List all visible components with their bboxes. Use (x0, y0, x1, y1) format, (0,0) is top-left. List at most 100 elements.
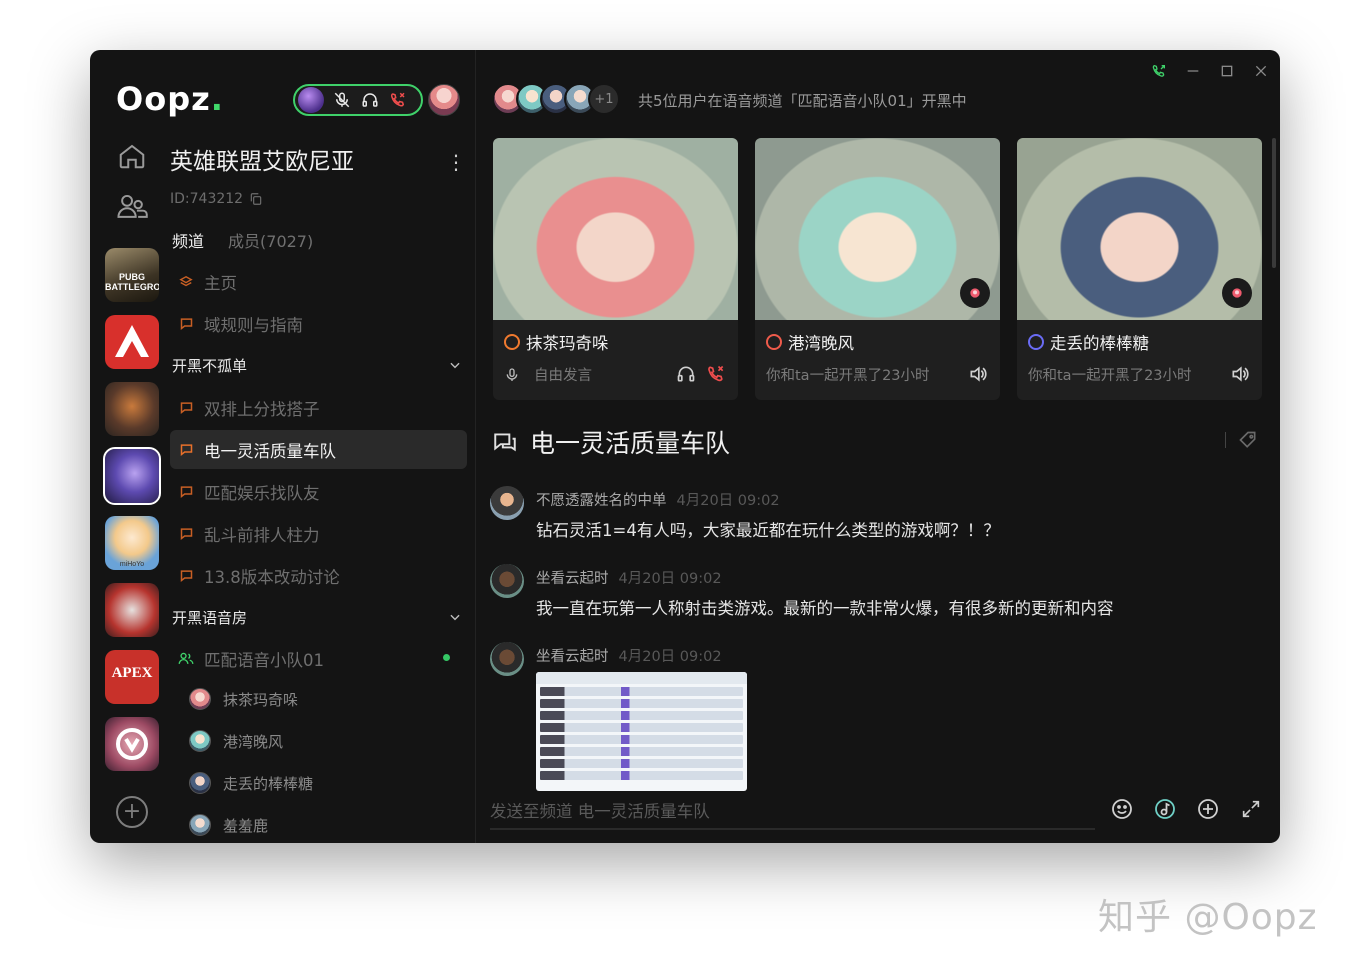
message-author[interactable]: 不愿透露姓名的中单 (536, 493, 667, 509)
channel-label: 匹配语音小队01 (204, 650, 324, 670)
server-overwatch[interactable] (105, 717, 159, 771)
attachment-row (540, 699, 743, 708)
gift-badge-icon[interactable] (960, 278, 990, 308)
server-tabs: 频道 成员(7027) (172, 228, 313, 252)
server-game-6[interactable] (105, 583, 159, 637)
minimize-icon[interactable] (1184, 62, 1202, 80)
online-indicator (443, 654, 450, 661)
channel-pipei[interactable]: 匹配娱乐找队友 (170, 472, 467, 511)
card-subline: 你和ta一起开黑了23小时 (766, 364, 930, 385)
channel-label: 乱斗前排人柱力 (204, 525, 320, 545)
hangup-icon[interactable] (706, 364, 726, 384)
tag-icon[interactable] (1238, 430, 1258, 450)
video-feed (755, 138, 1000, 320)
member-avatar (189, 688, 211, 710)
chat-bubbles-icon (494, 433, 516, 452)
tab-members[interactable]: 成员(7027) (228, 228, 313, 252)
member-avatar (189, 772, 211, 794)
server-game-3[interactable] (105, 382, 159, 436)
channel-shuangpai[interactable]: 双排上分找搭子 (170, 388, 467, 427)
card-username: 走丢的棒棒糖 (1028, 330, 1149, 354)
channel-luandou[interactable]: 乱斗前排人柱力 (170, 514, 467, 553)
music-icon[interactable] (1152, 796, 1178, 822)
voice-member[interactable]: 抹茶玛奇哚 (189, 686, 298, 712)
hangup-icon[interactable] (388, 90, 408, 110)
speaker-icon[interactable] (968, 364, 988, 384)
panel-divider (475, 50, 476, 843)
channel-version[interactable]: 13.8版本改动讨论 (170, 556, 467, 595)
voice-member[interactable]: 走丢的棒棒糖 (189, 770, 313, 796)
message-author[interactable]: 坐看云起时 (536, 649, 609, 665)
emoji-icon[interactable] (1109, 796, 1135, 822)
mic-icon (506, 367, 518, 381)
video-card[interactable]: 走丢的棒棒糖 你和ta一起开黑了23小时 (1017, 138, 1262, 400)
member-name: 港湾晚风 (223, 732, 284, 751)
tab-channels[interactable]: 频道 (172, 228, 204, 252)
card-name-text: 港湾晚风 (788, 334, 854, 353)
message-input[interactable]: 发送至频道 电一灵活质量车队 (490, 798, 710, 822)
server-apex-red[interactable] (105, 315, 159, 369)
voice-member[interactable]: 港湾晚风 (189, 728, 283, 754)
close-icon[interactable] (1252, 62, 1270, 80)
message-avatar[interactable] (490, 642, 524, 676)
my-avatar[interactable] (428, 84, 460, 116)
message-avatar[interactable] (490, 564, 524, 598)
message-author[interactable]: 坐看云起时 (536, 571, 609, 587)
video-card[interactable]: 港湾晚风 你和ta一起开黑了23小时 (755, 138, 1000, 400)
maximize-icon[interactable] (1218, 62, 1236, 80)
call-status-icon[interactable] (1150, 62, 1168, 80)
member-name: 走丢的棒棒糖 (223, 774, 314, 793)
group-title: 开黑不孤单 (172, 356, 248, 375)
more-options-icon[interactable]: ⋮ (446, 150, 466, 174)
channel-rules[interactable]: 域规则与指南 (170, 304, 467, 343)
channel-dianyi[interactable]: 电一灵活质量车队 (170, 430, 467, 469)
window-controls (1150, 62, 1270, 80)
member-avatar (189, 814, 211, 836)
chat-icon (178, 442, 194, 458)
voice-channel-pipei01[interactable]: 匹配语音小队01 (170, 639, 467, 678)
headphones-icon[interactable] (360, 90, 380, 110)
home-icon[interactable] (112, 136, 152, 176)
cards-scrollbar[interactable] (1272, 138, 1276, 268)
server-id-text: ID:743212 (170, 191, 244, 207)
app-window: Oopz. PUBGBATTLEGROUNDS miHoYo APEX + (90, 50, 1280, 843)
chevron-down-icon (450, 614, 460, 621)
attachment-row (540, 687, 743, 696)
group-header-kaihei[interactable]: 开黑不孤单 (172, 350, 462, 380)
channel-label: 匹配娱乐找队友 (204, 483, 320, 503)
server-pubg[interactable]: PUBGBATTLEGROUNDS (105, 248, 159, 302)
server-apex-legends[interactable]: APEX (105, 650, 159, 704)
video-card[interactable]: 抹茶玛奇哚 自由发言 (493, 138, 738, 400)
headphones-icon[interactable] (676, 364, 696, 384)
attachment-row (540, 771, 743, 780)
voice-user-stack[interactable]: +1 (492, 83, 620, 115)
message-meta: 不愿透露姓名的中单 4月20日 09:02 (536, 489, 780, 510)
copy-icon[interactable] (249, 192, 263, 206)
attachment-row (540, 759, 743, 768)
attachment-row (540, 723, 743, 732)
gift-badge-icon[interactable] (1222, 278, 1252, 308)
zhihu-watermark: 知乎 @Oopz (1098, 897, 1318, 938)
server-genshin[interactable]: miHoYo (105, 516, 159, 570)
message-text: 钻石灵活1=4有人吗，大家最近都在玩什么类型的游戏啊？！？ (536, 521, 1000, 540)
voice-user-avatar[interactable] (298, 87, 324, 113)
tool-divider (1225, 432, 1226, 448)
server-league[interactable] (103, 447, 161, 505)
message-time: 4月20日 09:02 (618, 571, 722, 587)
speaker-icon[interactable] (1230, 364, 1250, 384)
message-image-attachment[interactable] (536, 672, 747, 791)
add-attachment-icon[interactable] (1195, 796, 1221, 822)
group-title: 开黑语音房 (172, 608, 248, 627)
expand-icon[interactable] (1238, 796, 1264, 822)
app-logo: Oopz. (116, 80, 224, 118)
message-time: 4月20日 09:02 (618, 649, 722, 665)
friends-icon[interactable] (112, 187, 152, 227)
voice-member[interactable]: 羞羞鹿 (189, 812, 268, 838)
composer-underline (490, 828, 1095, 830)
channel-home[interactable]: 主页 (170, 262, 467, 301)
message-avatar[interactable] (490, 486, 524, 520)
add-server-button[interactable]: + (116, 796, 148, 828)
channel-label: 域规则与指南 (204, 315, 303, 335)
group-header-voice[interactable]: 开黑语音房 (172, 602, 462, 632)
mic-muted-icon[interactable] (332, 90, 352, 110)
